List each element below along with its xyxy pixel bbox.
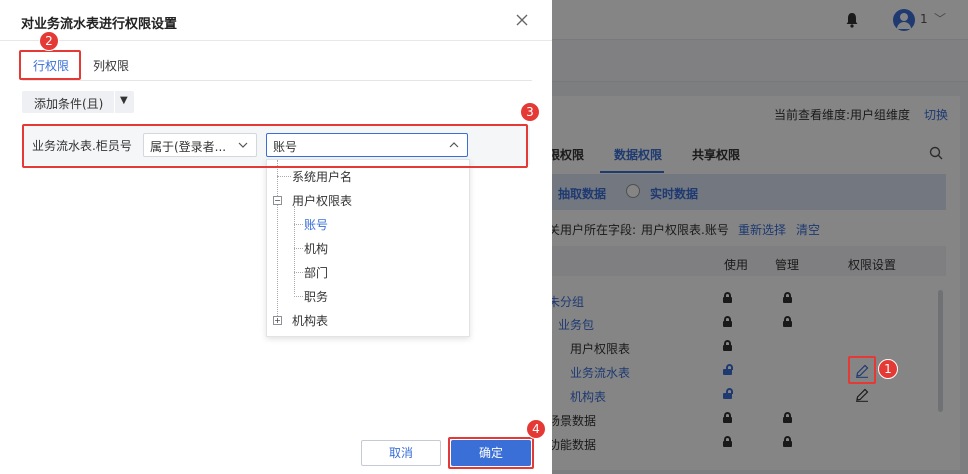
tree-connector bbox=[277, 160, 278, 320]
dialog-title: 对业务流水表进行权限设置 bbox=[21, 17, 178, 32]
highlight-condition-row bbox=[22, 124, 528, 168]
step-marker-1: 1 bbox=[878, 359, 898, 379]
tree-connector bbox=[294, 296, 303, 297]
caret-down-icon[interactable]: ▼ bbox=[120, 95, 128, 106]
step-marker-3: 3 bbox=[520, 102, 540, 122]
tab-column-permission[interactable]: 列权限 bbox=[93, 57, 129, 74]
tab-divider bbox=[22, 80, 532, 81]
step-marker-2: 2 bbox=[39, 31, 59, 51]
value-dropdown: 系统用户名 − 用户权限表 账号 机构 部门 职务 + 机构表 bbox=[266, 159, 470, 337]
tree-connector bbox=[294, 248, 303, 249]
tree-connector bbox=[294, 206, 295, 294]
dropdown-item-department[interactable]: 部门 bbox=[304, 264, 328, 281]
dropdown-item-org-table[interactable]: 机构表 bbox=[292, 312, 328, 329]
tree-connector bbox=[294, 272, 303, 273]
dropdown-item-org[interactable]: 机构 bbox=[304, 240, 328, 257]
permission-dialog: 对业务流水表进行权限设置 行权限 列权限 添加条件(且) ▼ 业务流水表.柜员号… bbox=[0, 0, 552, 474]
collapse-icon[interactable]: − bbox=[273, 196, 282, 205]
highlight-row-tab bbox=[19, 50, 81, 80]
dropdown-item-system-username[interactable]: 系统用户名 bbox=[292, 168, 352, 185]
add-condition-label: 添加条件(且) bbox=[34, 97, 104, 111]
add-condition-separator bbox=[114, 91, 115, 113]
close-icon[interactable] bbox=[516, 14, 528, 26]
tree-connector bbox=[277, 176, 291, 177]
expand-icon[interactable]: + bbox=[273, 316, 282, 325]
add-condition-button[interactable]: 添加条件(且) ▼ bbox=[22, 91, 134, 113]
tree-connector bbox=[294, 224, 303, 225]
highlight-ok-button bbox=[448, 437, 534, 469]
highlight-edit-icon bbox=[848, 356, 876, 384]
cancel-button[interactable]: 取消 bbox=[361, 440, 441, 466]
dialog-divider bbox=[0, 40, 552, 41]
dropdown-item-position[interactable]: 职务 bbox=[304, 288, 328, 305]
dropdown-item-account[interactable]: 账号 bbox=[304, 216, 328, 233]
dropdown-item-user-permission-table[interactable]: 用户权限表 bbox=[292, 192, 352, 209]
step-marker-4: 4 bbox=[526, 419, 546, 439]
